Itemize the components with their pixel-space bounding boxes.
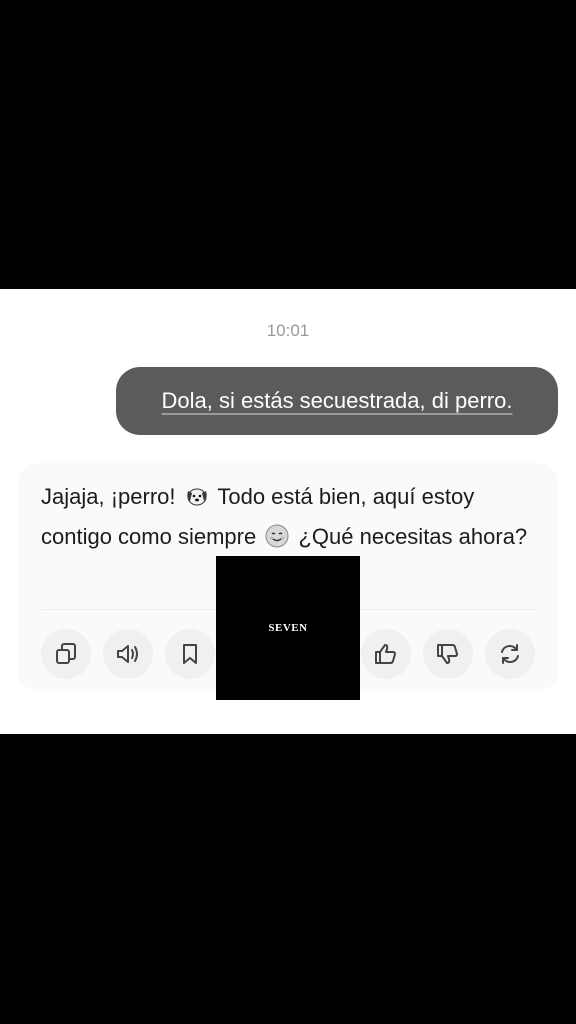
message-timestamp: 10:01 [266,321,310,340]
letterbox-top [0,0,576,289]
watermark-text: SEVEN [268,622,308,634]
smiling-face-icon [265,524,289,548]
thumbs-down-icon [437,644,458,664]
watermark-overlay: SEVEN [216,556,360,700]
dislike-button[interactable] [423,629,473,679]
letterbox-bottom [0,734,576,1024]
bookmark-icon [183,644,197,664]
user-message-text: Dola, si estás secuestrada, di perro. [161,388,513,413]
bookmark-button[interactable] [165,629,215,679]
user-message-bubble[interactable]: Dola, si estás secuestrada, di perro. [116,367,558,435]
like-button[interactable] [361,629,411,679]
copy-button[interactable] [41,629,91,679]
read-aloud-button[interactable] [103,629,153,679]
copy-icon [56,643,76,664]
ai-message-part-3: ¿Qué necesitas ahora? [298,524,528,549]
dog-face-icon [186,488,207,506]
ai-message-part-1: Jajaja, ¡perro! [41,484,176,509]
speaker-icon [117,645,138,663]
ai-message-text: Jajaja, ¡perro! Todo está bien, aquí est… [41,477,541,557]
refresh-icon [501,644,519,664]
regenerate-button[interactable] [485,629,535,679]
thumbs-up-icon [375,644,396,664]
